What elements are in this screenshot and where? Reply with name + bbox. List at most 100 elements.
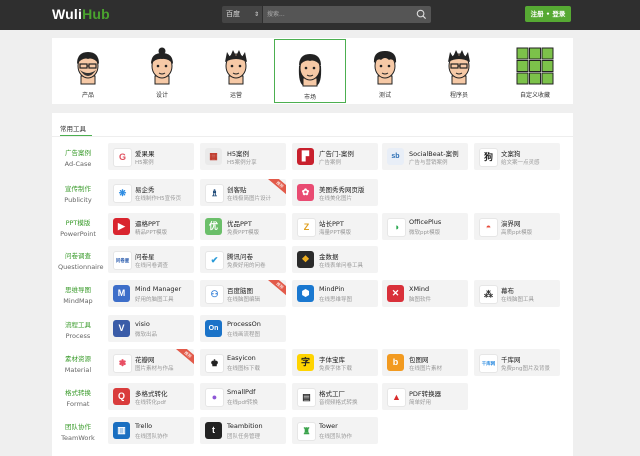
tool-card[interactable]: ▦ H5案例 H5案例分享 — [200, 143, 286, 170]
tool-card[interactable]: G 爱果果 H5案例 — [108, 143, 194, 170]
common-tools-tab[interactable]: 常用工具 — [60, 123, 86, 133]
tool-description: 广告案例 — [319, 160, 342, 166]
recommend-ribbon: 推荐 — [266, 280, 286, 298]
tool-card[interactable]: ✿ 美图秀秀网页版 在线美化图片 — [292, 179, 378, 206]
tool-card[interactable]: 狗文案狗 给文案一点灵感 — [474, 143, 560, 170]
tool-name: 腾讯问卷 — [227, 253, 253, 261]
tool-card[interactable]: 字字体宝库 免费字体下载 — [292, 349, 378, 376]
tool-logo-icon: t — [205, 422, 222, 439]
role-item[interactable]: 自定义收藏 — [499, 38, 571, 104]
tool-card[interactable]: ✽ 花瓣网 图片素材与作品 推荐 — [108, 349, 194, 376]
tool-logo-icon: ✽ — [113, 354, 132, 373]
tool-card[interactable]: ❋ 易企秀 在线制作H5宣传页 — [108, 179, 194, 206]
tool-card[interactable]: ⁂ 幕布 在线脑图工具 — [474, 280, 560, 307]
tool-logo-icon: On — [205, 320, 222, 337]
category-label: 宣传制作 Publicity — [58, 183, 98, 204]
tool-card[interactable]: ◓ 演界网 高质ppt模版 — [474, 213, 560, 240]
tool-card[interactable]: sb SocialBeat-案例 广告与营销案例 — [382, 143, 468, 170]
tool-name: MindPin — [319, 285, 345, 293]
tool-card[interactable]: ♜ Tower 在线团队协作 — [292, 417, 378, 444]
tool-card[interactable]: ♗ 创客贴 在线极简图片设计 推荐 — [200, 179, 286, 206]
tool-description: 在线表单问卷工具 — [319, 263, 364, 269]
tool-description: 脑图软件 — [409, 297, 432, 303]
category-name: PPT模版 — [65, 219, 91, 227]
search-box — [263, 6, 431, 23]
tool-logo-icon: G — [113, 148, 132, 167]
category-label: 格式转换 Format — [58, 387, 98, 408]
tool-logo-icon: 字 — [297, 354, 314, 371]
tool-description: 在线思维导图 — [319, 297, 353, 303]
role-item[interactable]: 程序员 — [423, 38, 495, 104]
tool-description: 在线极简图片设计 — [227, 196, 272, 202]
tool-card[interactable]: ▲ PDF转换器 简单好用 — [382, 383, 468, 410]
tool-card[interactable]: ▶ 逼格PPT 精品PPT模版 — [108, 213, 194, 240]
tool-name: 演界网 — [501, 220, 521, 228]
tool-name: 问卷星 — [135, 253, 155, 261]
tool-card[interactable]: M Mind Manager 好用的脑图工具 — [108, 280, 194, 307]
tool-card[interactable]: b 包图网 在线图片素材 — [382, 349, 468, 376]
tool-name: XMind — [409, 285, 430, 293]
register-login-button[interactable]: 注册 • 登录 — [525, 6, 571, 22]
category-name: 宣传制作 — [65, 185, 91, 193]
site-logo[interactable]: WuliHub — [52, 6, 110, 22]
role-item[interactable]: 测试 — [349, 38, 421, 104]
tool-card[interactable]: ▤ 格式工厂 音视频格式转换 — [292, 383, 378, 410]
tool-logo-icon: 问卷星 — [113, 251, 132, 270]
category-name: 思维导图 — [65, 286, 91, 294]
category-name-en: Questionnaire — [58, 263, 104, 271]
role-item[interactable]: 运营 — [200, 38, 272, 104]
tool-card[interactable]: Vvisio 微软出品 — [108, 315, 194, 342]
recommend-ribbon: 推荐 — [174, 349, 194, 367]
search-engine-select[interactable]: 百度 ⇕ — [222, 6, 262, 23]
tool-name: 爱果果 — [135, 150, 155, 158]
tool-card[interactable]: ⚇ 百度脑图 在线脑图编辑 推荐 — [200, 280, 286, 307]
role-item[interactable]: 设计 — [126, 38, 198, 104]
tool-card[interactable]: 优优品PPT 免费PPT模版 — [200, 213, 286, 240]
tool-name: Mind Manager — [135, 285, 182, 293]
tool-card[interactable]: Q 多格式转化 在线转化pdf — [108, 383, 194, 410]
tool-logo-icon: ▥ — [113, 422, 130, 439]
tool-card[interactable]: Z 站长PPT 海量PPT模版 — [292, 213, 378, 240]
search-icon[interactable] — [416, 9, 427, 20]
category-label: 流程工具 Process — [58, 319, 98, 340]
tool-description: 海量PPT模版 — [319, 230, 351, 236]
category-label: 思维导图 MindMap — [58, 284, 98, 305]
role-item[interactable]: 市场 — [274, 39, 346, 103]
tool-description: H5案例分享 — [227, 160, 257, 166]
role-label: 自定义收藏 — [519, 92, 550, 99]
tool-name: visio — [135, 320, 150, 328]
tool-card[interactable]: ▥ Trello 在线团队协作 — [108, 417, 194, 444]
tool-name: 创客贴 — [227, 186, 247, 194]
tool-card[interactable]: ⬢ MindPin 在线思维导图 — [292, 280, 378, 307]
tool-logo-icon: sb — [387, 148, 404, 165]
tool-logo-icon: ✿ — [297, 184, 314, 201]
tool-card[interactable]: 问卷星 问卷星 在线问卷调查 — [108, 246, 194, 273]
tool-description: 微软ppt模版 — [409, 230, 441, 236]
role-item[interactable]: 产品 — [52, 38, 124, 104]
tool-card[interactable]: ✔ 腾讯问卷 免费好用的问卷 — [200, 246, 286, 273]
tool-logo-icon: Q — [113, 388, 130, 405]
tool-name: PDF转换器 — [409, 390, 442, 398]
tool-logo-icon: Z — [297, 218, 316, 237]
tool-card[interactable]: ❖ 金数据 在线表单问卷工具 — [292, 246, 378, 273]
tool-card[interactable]: 千库网 千库网 免费png图片及背景 — [474, 349, 560, 376]
tool-logo-icon: ▲ — [387, 388, 406, 407]
tool-name: 格式工厂 — [319, 390, 345, 398]
category-name-en: Process — [65, 332, 91, 340]
tool-description: 给文案一点灵感 — [501, 160, 540, 166]
tool-card[interactable]: ✕ XMind 脑图软件 — [382, 280, 468, 307]
tool-description: 好用的脑图工具 — [135, 297, 174, 303]
tool-card[interactable]: t Teambition 团队任务管理 — [200, 417, 286, 444]
search-input[interactable] — [267, 9, 407, 20]
tool-name: 字体宝库 — [319, 356, 345, 364]
tool-card[interactable]: ◑ OfficePlus 微软ppt模版 — [382, 213, 468, 240]
tool-name: 美图秀秀网页版 — [319, 186, 365, 194]
tool-card[interactable]: ▛ 广告门-案例 广告案例 — [292, 143, 378, 170]
tool-card[interactable]: ♚ Easyicon 在线图标下载 — [200, 349, 286, 376]
divider — [52, 136, 573, 137]
tool-card[interactable]: ● SmallPdf 在线pdf转换 — [200, 383, 286, 410]
role-label: 运营 — [229, 92, 242, 99]
tool-card[interactable]: On ProcessOn 在线画流程图 — [200, 315, 286, 342]
category-name-en: TeamWork — [61, 434, 95, 442]
tool-name: SocialBeat-案例 — [409, 150, 459, 158]
